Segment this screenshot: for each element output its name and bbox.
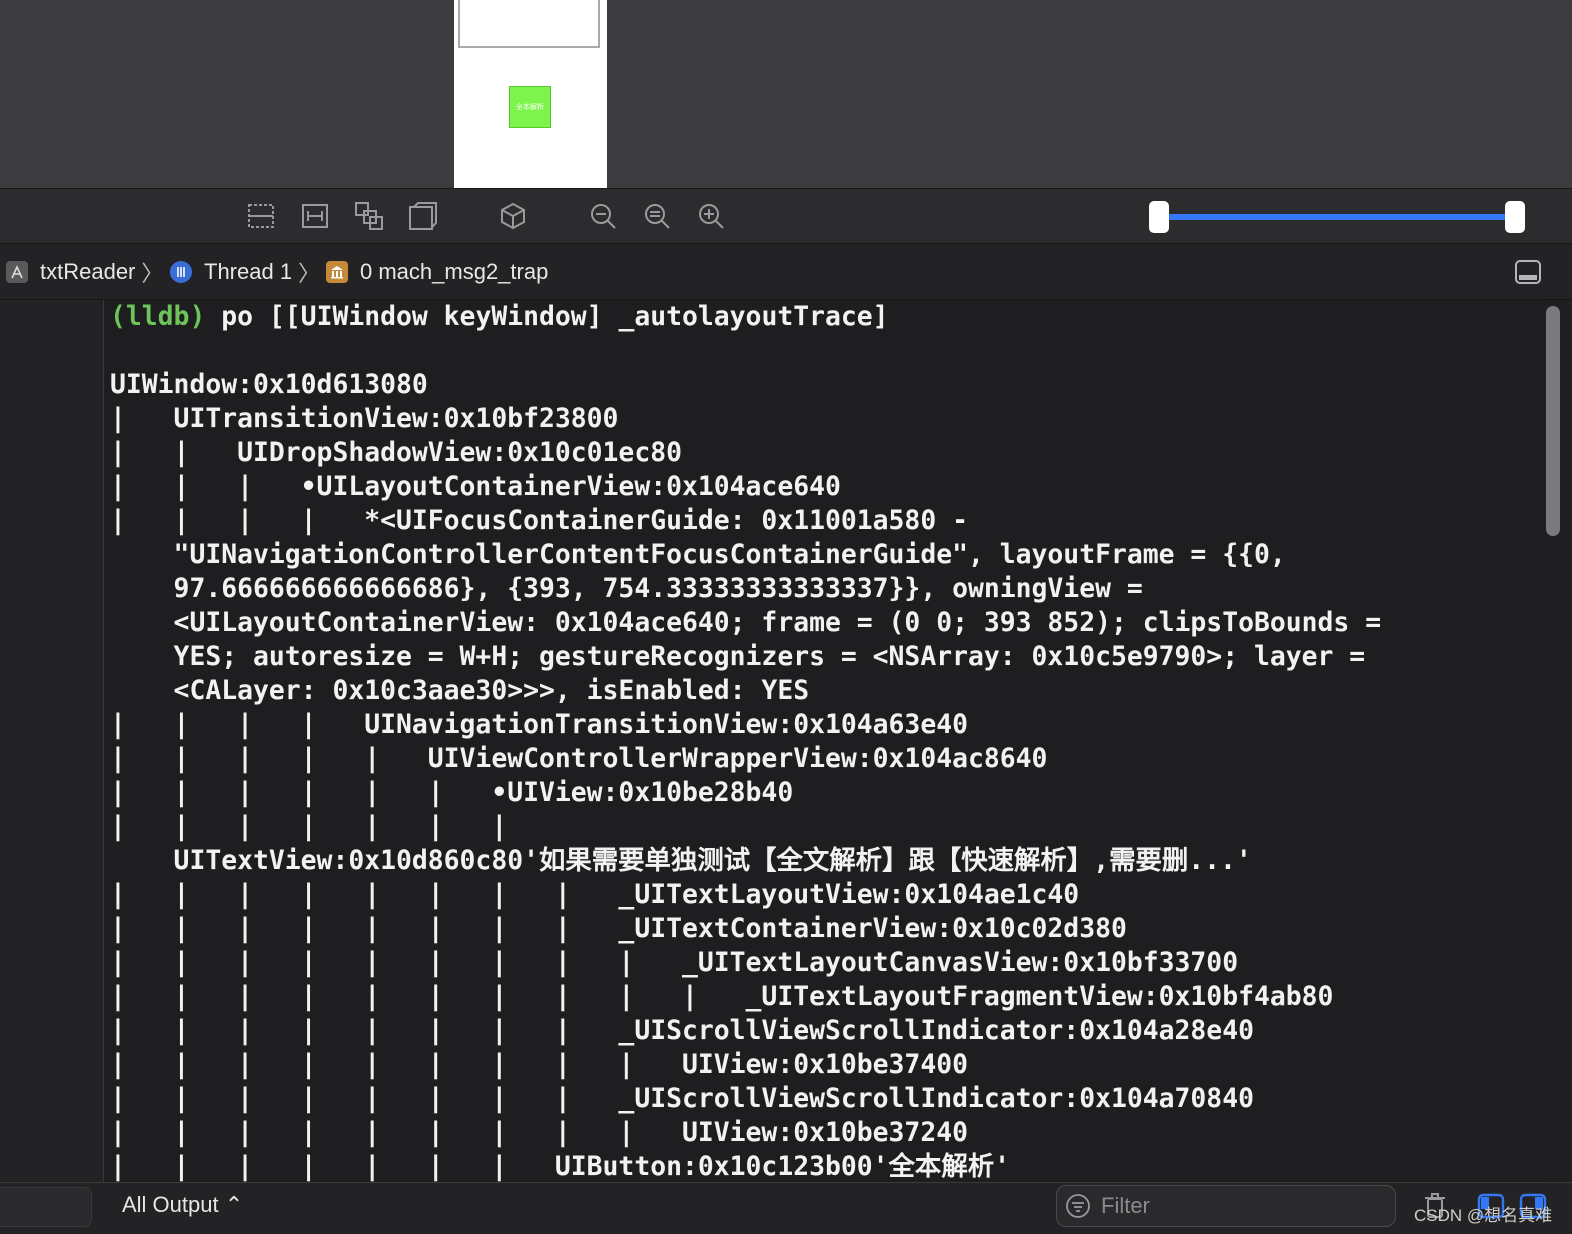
adjust-view-mode-icon[interactable] — [354, 201, 384, 231]
slider-track — [1163, 214, 1511, 220]
breadcrumb-thread-label: Thread 1 — [204, 259, 293, 284]
app-icon — [6, 261, 28, 283]
chevron-right-icon: 〉 — [298, 261, 321, 286]
console-line: UIWindow:0x10d613080 — [110, 369, 428, 400]
lldb-command: po [[UIWindow keyWindow] _autolayoutTrac… — [221, 301, 889, 332]
console-line: | | | | | UIViewControllerWrapperView:0x… — [110, 743, 1048, 774]
breadcrumb-app-label: txtReader — [40, 259, 136, 284]
full-parse-button-preview[interactable]: 全本解析 — [509, 86, 551, 128]
breadcrumb-thread[interactable]: Thread 1 〉 — [170, 258, 320, 286]
breadcrumb-frame[interactable]: 0 mach_msg2_trap — [326, 258, 548, 286]
chevron-right-icon: 〉 — [141, 261, 164, 286]
console-line: | | | | | | | | | UIView:0x10be37240 — [110, 1117, 968, 1148]
console-line: 97.666666666666686}, {393, 754.333333333… — [110, 573, 1143, 604]
console-line: | | | | | | | | | | _UITextLayoutFragmen… — [110, 981, 1334, 1012]
actual-size-icon[interactable] — [642, 201, 672, 231]
console-line: | | UIDropShadowView:0x10c01ec80 — [110, 437, 682, 468]
console-text[interactable]: (lldb) po [[UIWindow keyWindow] _autolay… — [105, 300, 1545, 1182]
console-line: | | | | *<UIFocusContainerGuide: 0x11001… — [110, 505, 968, 536]
console-line: "UINavigationControllerContentFocusConta… — [110, 539, 1286, 570]
lldb-prompt: (lldb) — [110, 301, 206, 332]
console-line: | | | | | | | | | UIView:0x10be37400 — [110, 1049, 968, 1080]
console-line: | UITransitionView:0x10bf23800 — [110, 403, 619, 434]
stack-frame-icon — [326, 261, 348, 283]
cube-3d-icon[interactable] — [498, 201, 528, 231]
console-line: UITextView:0x10d860c80'如果需要单独测试【全文解析】跟【快… — [110, 845, 1252, 876]
console-line: | | | •UILayoutContainerView:0x104ace640 — [110, 471, 841, 502]
console-scrollbar[interactable] — [1546, 306, 1560, 536]
show-clipped-content-icon[interactable] — [246, 201, 276, 231]
filter-input[interactable] — [1099, 1192, 1383, 1220]
zoom-in-icon[interactable] — [696, 201, 726, 231]
slider-right-handle[interactable] — [1505, 201, 1525, 233]
hide-debug-area-icon[interactable] — [1514, 258, 1542, 286]
console-line: YES; autoresize = W+H; gestureRecognizer… — [110, 641, 1366, 672]
show-constraints-icon[interactable] — [300, 201, 330, 231]
console-line: | | | | | | •UIView:0x10be28b40 — [110, 777, 794, 808]
layer-range-slider[interactable] — [1149, 201, 1525, 233]
thread-icon — [170, 261, 192, 283]
view-debugger-canvas[interactable]: 全本解析 — [0, 0, 1572, 188]
watermark: CSDN @想名真难 — [1414, 1206, 1553, 1225]
console-line: | | | | | | | | _UITextLayoutView:0x104a… — [110, 879, 1080, 910]
variables-pane[interactable] — [0, 300, 104, 1182]
console-line: <CALayer: 0x10c3aae30>>>, isEnabled: YES — [110, 675, 810, 706]
console-line: | | | | | | | | _UIScrollViewScrollIndic… — [110, 1015, 1254, 1046]
autolayout-trace-output: UIWindow:0x10d613080 | UITransitionView:… — [110, 369, 1381, 1182]
console-bottom-bar: All Output ⌃ CSDN @想名真难 — [0, 1182, 1572, 1234]
console-line: | | | | UINavigationTransitionView:0x104… — [110, 709, 968, 740]
variables-filter-field[interactable] — [0, 1187, 92, 1227]
console-line: | | | | | | | | _UIScrollViewScrollIndic… — [110, 1083, 1254, 1114]
console-line: | | | | | | | — [110, 811, 508, 842]
orient-3d-icon[interactable] — [408, 201, 438, 231]
slider-left-handle[interactable] — [1149, 201, 1169, 233]
top-card-view[interactable] — [458, 0, 600, 48]
console-line: | | | | | | | UIButton:0x10c123b00'全本解析' — [110, 1151, 1010, 1182]
filter-icon — [1065, 1193, 1091, 1219]
device-preview[interactable]: 全本解析 — [454, 0, 607, 188]
zoom-out-icon[interactable] — [588, 201, 618, 231]
console-line: | | | | | | | | _UITextContainerView:0x1… — [110, 913, 1127, 944]
console-output[interactable]: (lldb) po [[UIWindow keyWindow] _autolay… — [105, 300, 1545, 1182]
output-selector[interactable]: All Output ⌃ — [122, 1192, 243, 1218]
console-line: <UILayoutContainerView: 0x104ace640; fra… — [110, 607, 1382, 638]
debug-toolbar — [0, 188, 1572, 244]
console-filter[interactable] — [1056, 1185, 1396, 1227]
breadcrumb-app[interactable]: txtReader 〉 — [6, 258, 163, 286]
breadcrumb-frame-label: 0 mach_msg2_trap — [360, 259, 549, 284]
console-line: | | | | | | | | | _UITextLayoutCanvasVie… — [110, 947, 1239, 978]
debug-breadcrumb-bar: txtReader 〉 Thread 1 〉 0 mach_msg2_trap — [0, 244, 1572, 300]
